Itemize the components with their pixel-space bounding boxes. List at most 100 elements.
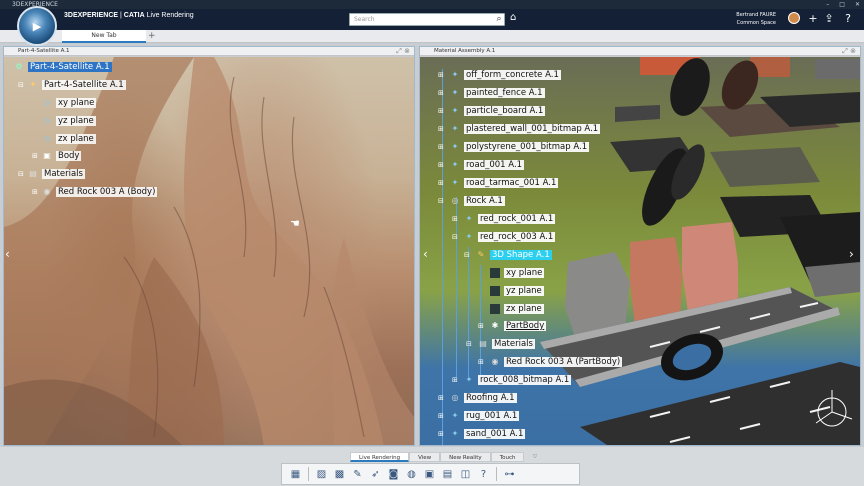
brand-app: CATIA — [123, 12, 145, 19]
expand-icon[interactable]: ⊞ — [438, 392, 444, 405]
material-icon: ✦ — [465, 374, 473, 384]
tab-view[interactable]: View — [409, 452, 441, 462]
panel-controls-icon[interactable]: ⤢ ⊗ — [842, 47, 856, 56]
tree-node[interactable]: ◎ Rock A.1 — [450, 195, 505, 208]
tab-live-rendering[interactable]: Live Rendering — [350, 452, 410, 462]
expand-icon[interactable]: ⊟ — [466, 338, 472, 351]
tree-node[interactable]: ◇ yz plane — [42, 115, 96, 128]
help-tool-icon[interactable]: ? — [476, 467, 491, 482]
gallery-icon[interactable]: ▣ — [422, 467, 437, 482]
tree-node[interactable]: ✦ sand_001 A.1 — [450, 428, 526, 441]
tree-node[interactable]: ◇ zx plane — [42, 133, 96, 146]
expand-icon[interactable]: ⊞ — [438, 123, 444, 136]
material-icon: ✦ — [451, 177, 459, 187]
tab-new[interactable]: New Tab — [62, 30, 146, 43]
expand-icon[interactable]: ⊞ — [438, 428, 444, 441]
expand-icon[interactable]: ⊟ — [464, 249, 470, 262]
expand-icon[interactable]: ⊞ — [438, 141, 444, 154]
left-nav-arrow-icon[interactable]: ‹ — [5, 247, 10, 261]
right-panel-title: Material Assembly A.1 — [434, 48, 496, 54]
tab-touch[interactable]: Touch — [490, 452, 525, 462]
tree-node[interactable]: ✦ polystyrene_001_bitmap A.1 — [450, 141, 590, 154]
share-icon[interactable]: ⇪ — [822, 12, 836, 26]
right-nav-arrow-icon[interactable]: › — [849, 247, 854, 261]
body-icon: ✱ — [491, 320, 499, 330]
tab-new-reality[interactable]: New Reality — [440, 452, 491, 462]
user-info[interactable]: Bertrand FAURE Common Space — [706, 11, 776, 27]
minimize-icon[interactable]: – — [826, 0, 829, 9]
tree-node[interactable]: ◉ Red Rock 003 A (PartBody) — [490, 356, 623, 369]
panel-controls-icon[interactable]: ⤢ ⊗ — [396, 47, 410, 56]
tree-node[interactable]: ▤ Materials — [478, 338, 535, 351]
avatar[interactable] — [788, 12, 800, 24]
cursor-tool-icon[interactable]: ➶ — [368, 467, 383, 482]
layers-icon[interactable]: ◫ — [458, 467, 473, 482]
tree-node[interactable]: ✦ particle_board A.1 — [450, 105, 546, 118]
pencil-icon[interactable]: ✎ — [350, 467, 365, 482]
tree-node[interactable]: ✦ road_tarmac_001 A.1 — [450, 177, 559, 190]
image-icon[interactable]: ▨ — [314, 467, 329, 482]
tree-node[interactable]: ◎ Roofing A.1 — [450, 392, 517, 405]
help-icon[interactable]: ? — [841, 12, 855, 26]
tree-node[interactable]: ✦ painted_fence A.1 — [450, 87, 545, 100]
right-3d-viewport[interactable]: ‹ › ⊞ ✦ off_form_concrete A.1 ⊞ ✦ painted_… — [420, 57, 860, 445]
close-icon[interactable]: ✕ — [855, 0, 860, 9]
tree-node[interactable]: ◉ Red Rock 003 A (Body) — [42, 186, 158, 199]
tree-node[interactable]: yz plane — [490, 285, 544, 298]
tree-node[interactable]: ✦ Part-4-Satellite A.1 — [28, 79, 126, 92]
tree-node[interactable]: ▣ Body — [42, 150, 82, 163]
tree-node[interactable]: ✦ rock_008_bitmap A.1 — [464, 374, 572, 387]
expand-icon[interactable]: ⊟ — [18, 168, 24, 181]
materials-icon: ▤ — [29, 168, 37, 178]
expand-icon[interactable]: ⊞ — [478, 320, 484, 333]
grid-icon[interactable]: ▤ — [440, 467, 455, 482]
expand-icon[interactable]: ⊞ — [452, 374, 458, 387]
left-3d-viewport[interactable]: ‹ ⚙ Part-4-Satellite A.1 ⊟ ✦ Part-4-Satell… — [4, 57, 414, 445]
tree-node[interactable]: ✎ 3D Shape A.1 — [476, 249, 552, 262]
hierarchy-icon[interactable]: ⊶ — [502, 467, 517, 482]
clapperboard-icon[interactable]: ▦ — [288, 467, 303, 482]
tree-node[interactable]: ✦ red_rock_003 A.1 — [464, 231, 556, 244]
tree-node[interactable]: zx plane — [490, 303, 544, 316]
plane-icon: ◇ — [43, 133, 51, 143]
tree-node[interactable]: xy plane — [490, 267, 545, 280]
tree-node[interactable]: ✦ plastered_wall_001_bitmap A.1 — [450, 123, 601, 136]
expand-icon[interactable]: ⊞ — [452, 213, 458, 226]
tree-node[interactable]: ✦ red_rock_001 A.1 — [464, 213, 556, 226]
tree-node[interactable]: ✦ off_form_concrete A.1 — [450, 69, 561, 82]
compass-icon[interactable]: ▶ — [17, 6, 57, 46]
scene-icon[interactable]: ▩ — [332, 467, 347, 482]
tree-node[interactable]: ✦ road_001 A.1 — [450, 159, 525, 172]
expand-icon[interactable]: ⊟ — [18, 79, 24, 92]
expand-icon[interactable]: ⊞ — [438, 177, 444, 190]
expand-icon[interactable]: ⊞ — [32, 186, 38, 199]
expand-icon[interactable]: ⊞ — [478, 356, 484, 369]
render-icon[interactable]: ◍ — [404, 467, 419, 482]
expand-icon[interactable]: ⊞ — [438, 105, 444, 118]
tree-node[interactable]: ▤ Materials — [28, 168, 85, 181]
expand-icon[interactable]: ⊞ — [438, 69, 444, 82]
expand-icon[interactable]: ⊞ — [438, 159, 444, 172]
camera-icon[interactable]: ◙ — [386, 467, 401, 482]
favorites-icon[interactable]: ♡ — [524, 452, 545, 462]
expand-icon[interactable]: ⊞ — [32, 150, 38, 163]
tree-node[interactable]: ◇ xy plane — [42, 97, 97, 110]
expand-icon[interactable]: ⊟ — [438, 195, 444, 208]
expand-icon[interactable]: ⊞ — [438, 87, 444, 100]
left-nav-arrow-icon[interactable]: ‹ — [423, 247, 428, 261]
user-space: Common Space — [736, 20, 776, 26]
expand-icon[interactable]: ⊟ — [452, 231, 458, 244]
brand-prefix: 3DEXPERIENCE — [64, 12, 119, 19]
action-toolbar: ▦ ▨ ▩ ✎ ➶ ◙ ◍ ▣ ▤ ◫ ? ⊶ — [281, 463, 580, 485]
tree-node[interactable]: ✦ rug_001 A.1 — [450, 410, 520, 423]
tree-node[interactable]: ⚙ Part-4-Satellite A.1 — [14, 61, 112, 74]
maximize-icon[interactable]: □ — [839, 0, 845, 9]
add-icon[interactable]: + — [806, 12, 820, 26]
add-tab-button[interactable]: + — [148, 30, 156, 43]
expand-icon[interactable]: ⊞ — [438, 410, 444, 423]
tree-node[interactable]: ✱ PartBody — [490, 320, 547, 333]
material-icon: ✦ — [451, 87, 459, 97]
tag-icon[interactable]: ⌂ — [510, 12, 516, 23]
search-input[interactable]: Search — [349, 13, 505, 26]
search-icon[interactable]: ⌕ — [493, 13, 505, 26]
